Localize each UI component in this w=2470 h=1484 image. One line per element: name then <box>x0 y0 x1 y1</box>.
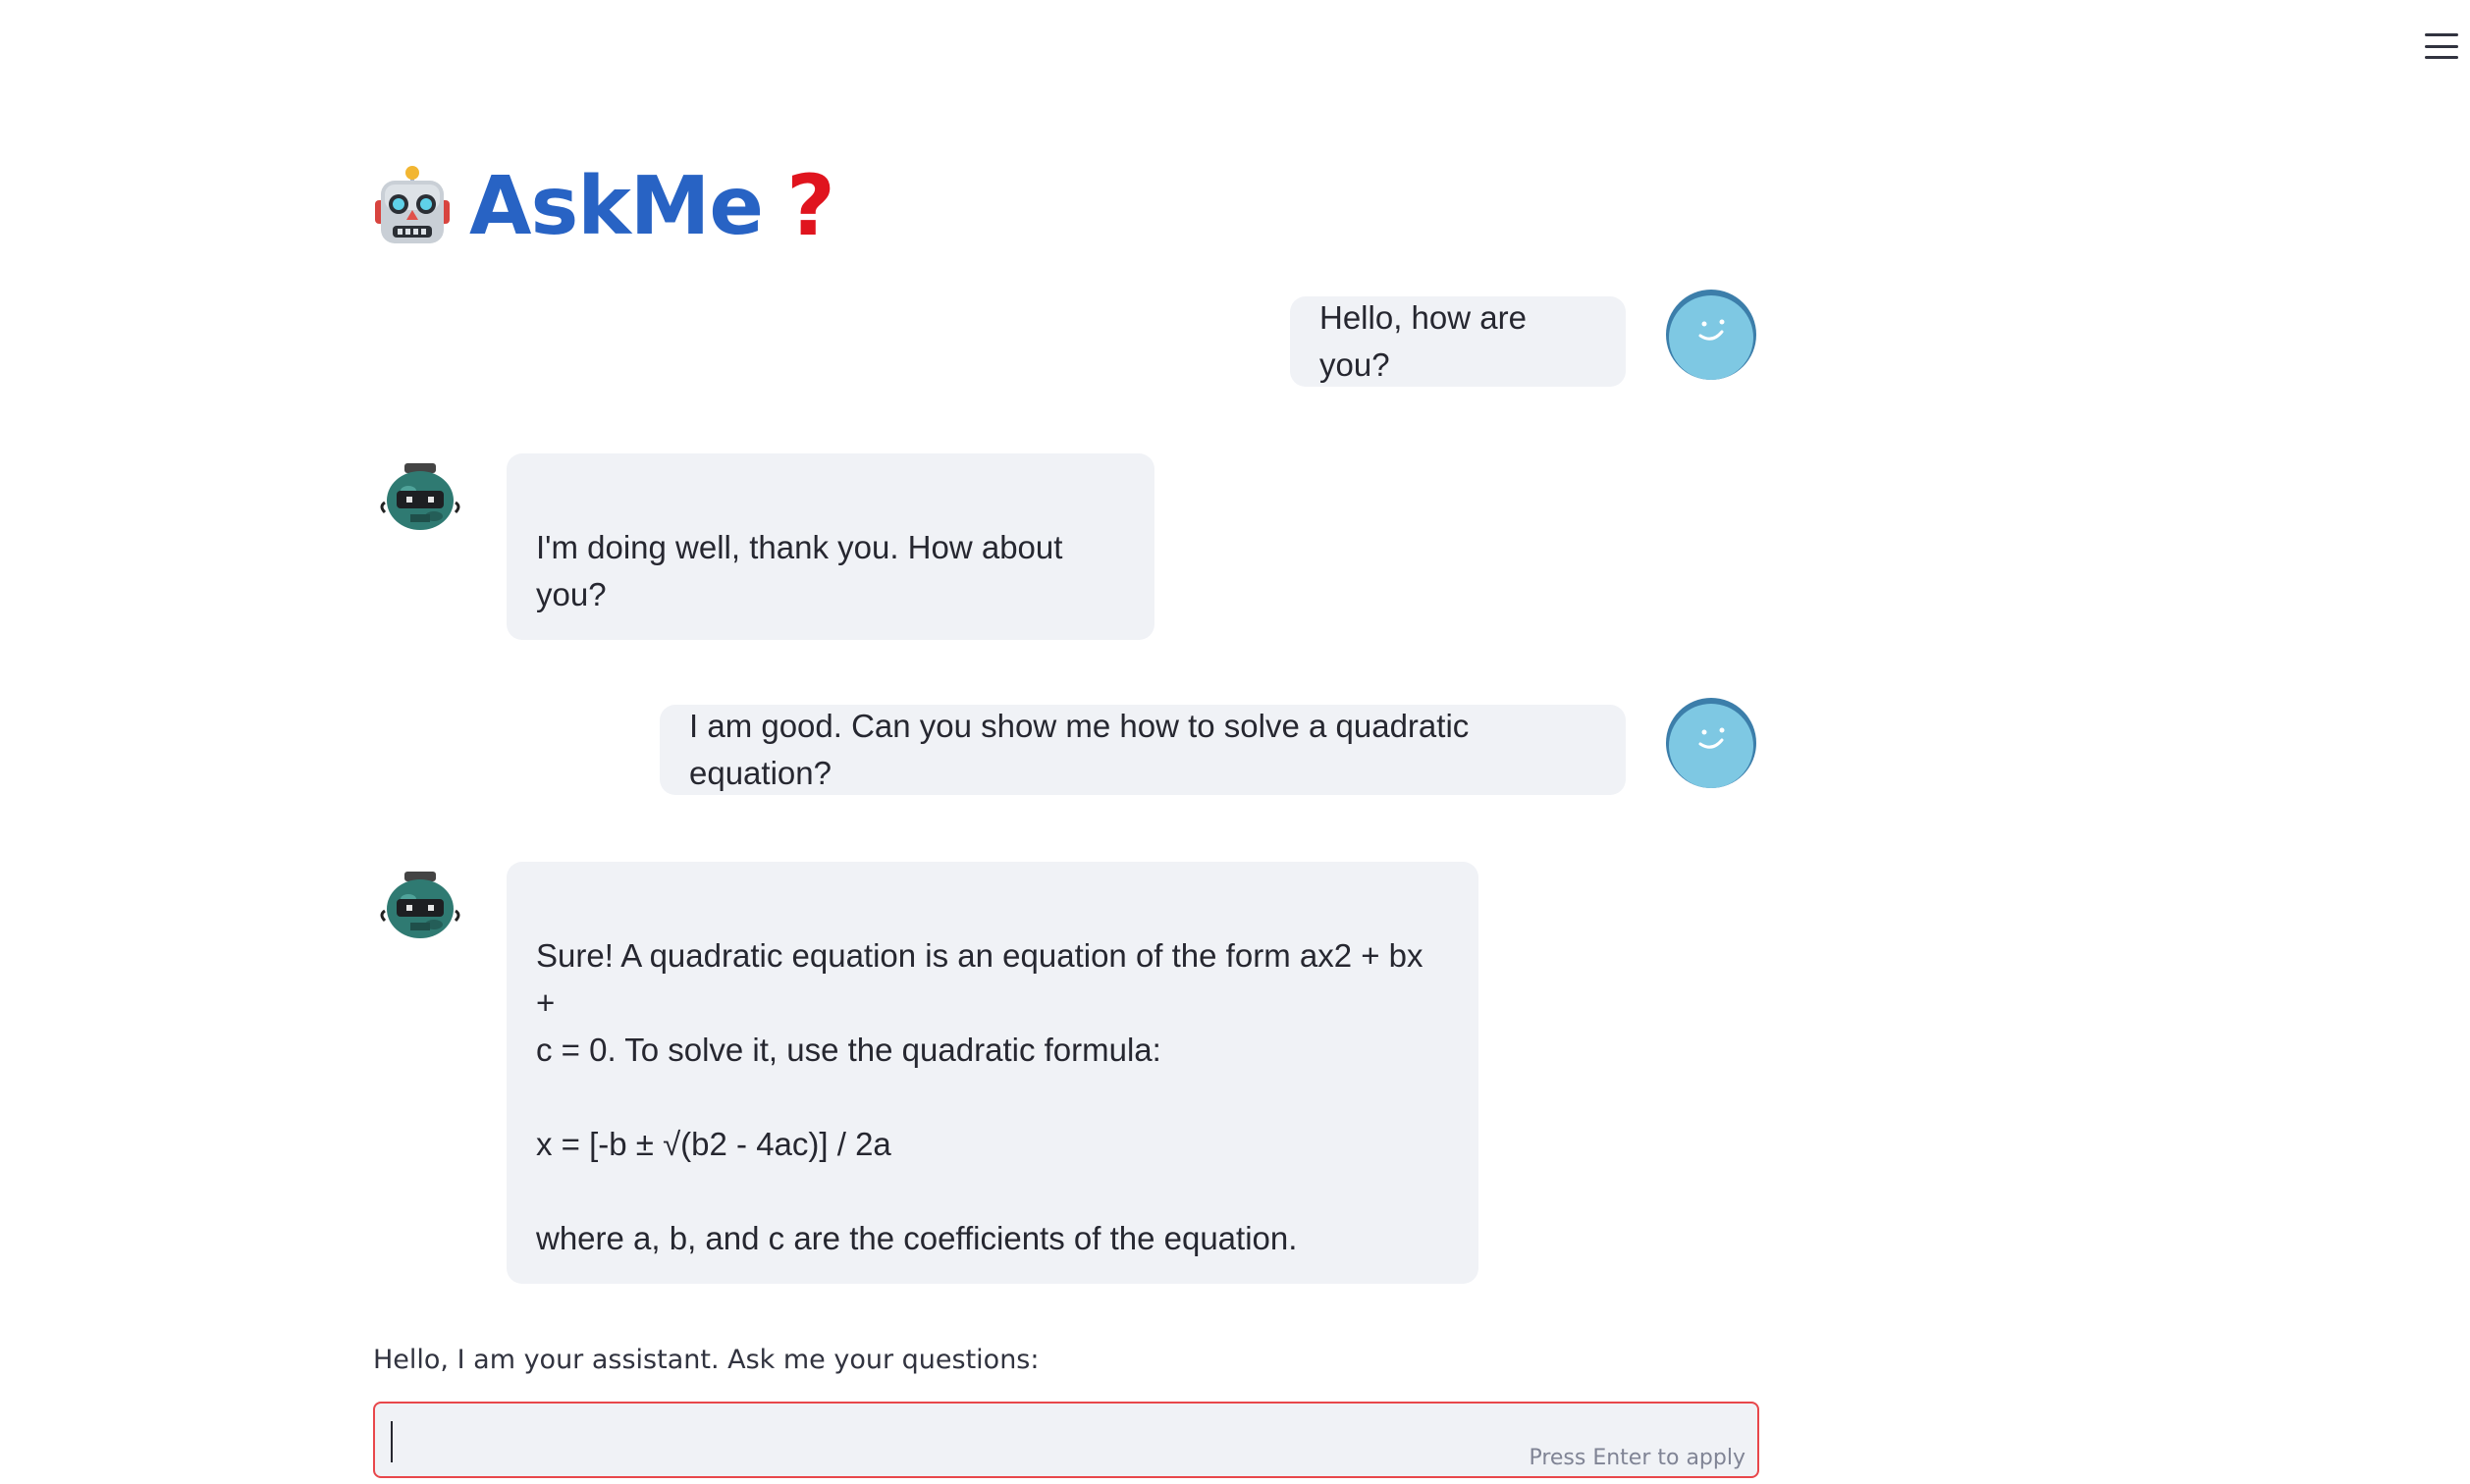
message-paragraph: Sure! A quadratic equation is an equatio… <box>536 937 1423 1021</box>
message-paragraph: x = [-b ± √(b2 - 4ac)] / 2a <box>536 1126 891 1162</box>
question-input-container[interactable]: Press Enter to apply <box>373 1402 1759 1478</box>
user-message-bubble: I am good. Can you show me how to solve … <box>660 705 1626 795</box>
page-title: AskMe ? <box>373 157 835 255</box>
user-avatar-icon <box>1666 290 1756 380</box>
app-title: AskMe <box>469 159 764 253</box>
hamburger-menu-icon[interactable] <box>2425 33 2458 59</box>
message-paragraph: c = 0. To solve it, use the quadratic fo… <box>536 1032 1161 1068</box>
assistant-message-bubble: Sure! A quadratic equation is an equatio… <box>507 862 1478 1284</box>
input-hint: Press Enter to apply <box>1529 1446 1745 1470</box>
assistant-message-bubble: I'm doing well, thank you. How about you… <box>507 453 1154 640</box>
message-text: I am good. Can you show me how to solve … <box>689 708 1470 791</box>
question-input[interactable] <box>389 1417 1571 1464</box>
bot-avatar-icon <box>380 872 460 938</box>
robot-emoji-icon <box>375 166 450 243</box>
bot-avatar-icon <box>380 463 460 530</box>
message-text: I'm doing well, thank you. How about you… <box>536 529 1063 612</box>
question-mark-icon: ? <box>786 157 835 255</box>
input-label: Hello, I am your assistant. Ask me your … <box>373 1345 1040 1375</box>
message-paragraph: where a, b, and c are the coefficients o… <box>536 1220 1298 1256</box>
chat-app: AskMe ? Hello, how are you? I'm doing we… <box>0 0 2470 1484</box>
message-text: Hello, how are you? <box>1319 299 1527 383</box>
user-avatar-icon <box>1666 698 1756 788</box>
user-message-bubble: Hello, how are you? <box>1290 296 1626 387</box>
